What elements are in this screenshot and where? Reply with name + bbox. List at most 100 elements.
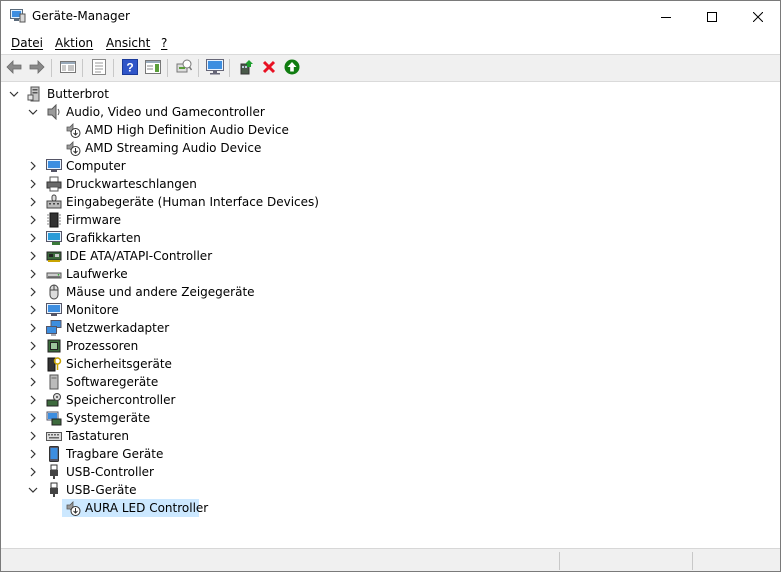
chevron-right-icon[interactable] (28, 449, 38, 459)
chevron-right-icon[interactable] (28, 377, 38, 387)
speaker-icon (46, 103, 62, 121)
install-icon (284, 59, 300, 78)
menu-aktion[interactable]: Aktion (55, 36, 93, 50)
tree-item-usb-controller[interactable]: USB-Controller (1, 463, 780, 481)
scan-hardware-button[interactable] (174, 58, 194, 78)
forward-button[interactable] (27, 58, 47, 78)
properties-button[interactable] (89, 58, 109, 78)
computer-icon (27, 86, 43, 102)
tree-item-storage[interactable]: Speichercontroller (1, 391, 780, 409)
show-hide-tree-icon (60, 60, 76, 77)
tree-item-portable[interactable]: Tragbare Geräte (1, 445, 780, 463)
chevron-right-icon[interactable] (28, 305, 38, 315)
tree-item-label: Grafikkarten (66, 231, 141, 245)
chevron-right-icon[interactable] (28, 269, 38, 279)
chevron-down-icon[interactable] (28, 485, 38, 495)
chevron-right-icon[interactable] (28, 287, 38, 297)
tree-item-system[interactable]: Systemgeräte (1, 409, 780, 427)
processor-icon (46, 338, 62, 354)
tree-item-security[interactable]: Sicherheitsgeräte (1, 355, 780, 373)
tree-item-label: Firmware (66, 213, 121, 227)
tree-item-audio[interactable]: Audio, Video und Gamecontroller (1, 103, 780, 121)
tree-item-firmware[interactable]: Firmware (1, 211, 780, 229)
chevron-right-icon[interactable] (28, 431, 38, 441)
back-icon (6, 59, 22, 77)
tree-item-label: AURA LED Controller (85, 501, 209, 515)
printer-icon (46, 176, 62, 192)
tree-item-label: Netzwerkadapter (66, 321, 170, 335)
minimize-button[interactable] (643, 1, 689, 32)
tree-item-mice[interactable]: Mäuse und andere Zeigegeräte (1, 283, 780, 301)
menu-ansicht[interactable]: Ansicht (106, 36, 150, 50)
show-hide-tree-button[interactable] (58, 58, 78, 78)
tree-item-usb-devices[interactable]: USB-Geräte (1, 481, 780, 499)
tree-item-monitors[interactable]: Monitore (1, 301, 780, 319)
tree-item-processors[interactable]: Prozessoren (1, 337, 780, 355)
computer-monitor-icon (46, 158, 62, 174)
tree-item-device-selected[interactable]: AURA LED Controller (1, 499, 780, 517)
device-tree: Butterbrot Audio, Video und Gamecontroll… (1, 82, 780, 546)
chevron-down-icon[interactable] (28, 107, 38, 117)
tree-item-device[interactable]: AMD Streaming Audio Device (1, 139, 780, 157)
tree-item-label: Monitore (66, 303, 119, 317)
tree-root-label: Butterbrot (47, 87, 109, 101)
back-button[interactable] (4, 58, 24, 78)
title-bar: Geräte-Manager (1, 1, 780, 32)
menu-help[interactable]: ? (161, 36, 167, 50)
window-title: Geräte-Manager (32, 9, 130, 23)
tree-item-label: Softwaregeräte (66, 375, 159, 389)
maximize-button[interactable] (689, 1, 735, 32)
device-manager-icon (10, 9, 26, 23)
chevron-right-icon[interactable] (28, 251, 38, 261)
chevron-right-icon[interactable] (28, 341, 38, 351)
chevron-right-icon[interactable] (28, 359, 38, 369)
menu-bar: Datei Aktion Ansicht ? (1, 32, 780, 54)
tree-item-label: Laufwerke (66, 267, 128, 281)
tree-item-graphics[interactable]: Grafikkarten (1, 229, 780, 247)
update-driver-button[interactable] (236, 58, 256, 78)
tree-item-label: Druckwarteschlangen (66, 177, 197, 191)
help-button[interactable]: ? (120, 58, 140, 78)
tree-item-label: AMD High Definition Audio Device (85, 123, 289, 137)
chevron-right-icon[interactable] (28, 467, 38, 477)
network-adapter-icon (46, 320, 62, 336)
menu-datei[interactable]: Datei (11, 36, 43, 50)
display-button[interactable] (205, 58, 225, 78)
chevron-right-icon[interactable] (28, 413, 38, 423)
tree-item-print-queues[interactable]: Druckwarteschlangen (1, 175, 780, 193)
uninstall-button[interactable] (259, 58, 279, 78)
tree-item-label: Prozessoren (66, 339, 139, 353)
toolbar-separator (51, 59, 52, 77)
chevron-right-icon[interactable] (28, 197, 38, 207)
install-button[interactable] (282, 58, 302, 78)
tree-item-label: Speichercontroller (66, 393, 176, 407)
chevron-right-icon[interactable] (28, 395, 38, 405)
chevron-right-icon[interactable] (28, 179, 38, 189)
device-driver-icon (65, 500, 81, 516)
toolbar-separator (198, 59, 199, 77)
close-button[interactable] (735, 1, 780, 32)
tree-item-network[interactable]: Netzwerkadapter (1, 319, 780, 337)
software-device-icon (46, 374, 62, 390)
usb-icon (46, 482, 62, 498)
chevron-right-icon[interactable] (28, 233, 38, 243)
chevron-right-icon[interactable] (28, 215, 38, 225)
scan-hardware-icon (176, 59, 193, 78)
hid-icon (46, 194, 62, 210)
ide-controller-icon (46, 248, 62, 264)
chevron-down-icon[interactable] (9, 89, 19, 99)
properties-icon (92, 58, 106, 78)
tree-item-drives[interactable]: Laufwerke (1, 265, 780, 283)
tree-item-software[interactable]: Softwaregeräte (1, 373, 780, 391)
tree-item-label: AMD Streaming Audio Device (85, 141, 262, 155)
tree-item-device[interactable]: AMD High Definition Audio Device (1, 121, 780, 139)
tree-root-row[interactable]: Butterbrot (1, 85, 780, 103)
status-bar (1, 548, 780, 571)
tree-item-keyboards[interactable]: Tastaturen (1, 427, 780, 445)
action-pane-button[interactable] (143, 58, 163, 78)
tree-item-hid[interactable]: Eingabegeräte (Human Interface Devices) (1, 193, 780, 211)
chevron-right-icon[interactable] (28, 323, 38, 333)
chevron-right-icon[interactable] (28, 161, 38, 171)
tree-item-computer[interactable]: Computer (1, 157, 780, 175)
tree-item-ide[interactable]: IDE ATA/ATAPI-Controller (1, 247, 780, 265)
